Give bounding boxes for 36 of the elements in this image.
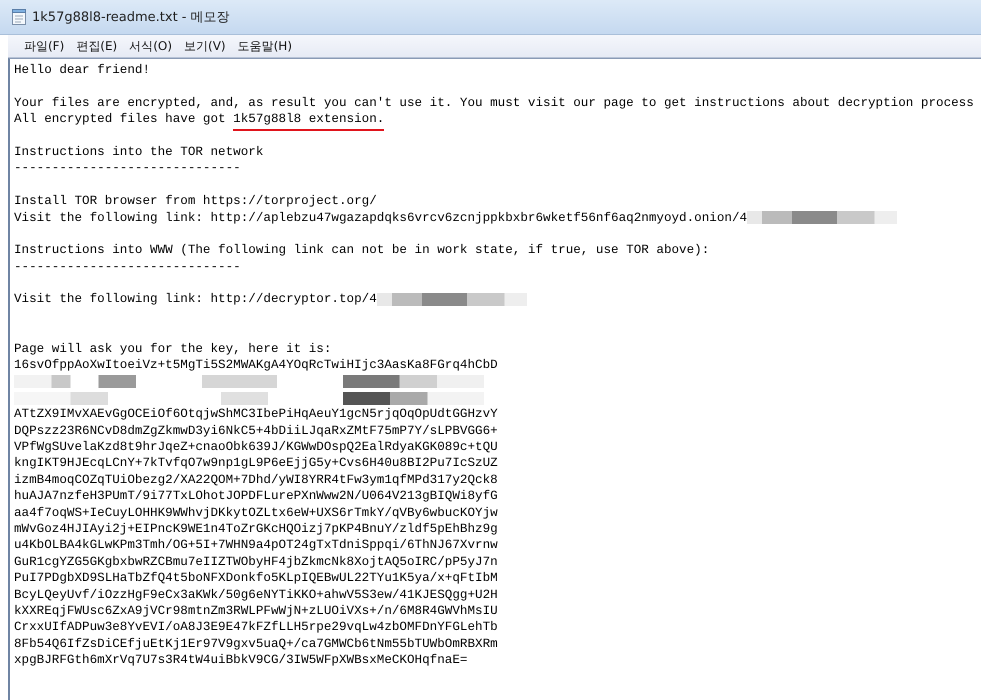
text-line: xpgBJRFGth6mXrVq7U7s3R4tW4uiBbkV9CG/3IW5WFpXWBsxMeCKOHqfnaE= [14,652,468,668]
text-line: Hello dear friend! [14,62,150,78]
text-line: DQPszz23R6NCvD8dmZgZkmwD3yi6NkC5+4bDiiLJqaRxZMtF75mP7Y/sLPBVGG6+ [14,422,498,439]
menu-item[interactable]: 도움말(H) [234,38,296,54]
text-line: CrxxUIfADPuw3e8YvEVI/oA8J3E9E47kFZfLLH5rpe29vqLw4zbOMFDnYFGLehTb [14,619,498,636]
text-line: Your files are encrypted, and, as result you can't use it. You must visit our page to get instructions about decryption process [14,94,974,112]
text-line: GuR1cgYZG5GKgbxbwRZCBmu7eIIZTWObyHF4jbZkmcNk8XojtAQ5oIRC/pP5yJ7n [14,554,498,570]
text-line: Instructions into WWW (The following link can not be in work state, if true, use TOR above): [14,242,710,259]
text-line: PuI7PDgbXD9SLHaTbZfQ4t5boNFXDonkfo5KLpIQEBwUL22TYu1K5ya/x+qFtIbM [14,570,498,587]
menu-item[interactable]: 편집(E) [72,38,122,54]
text-line: 16svOfppAoXwItoeiVz+t5MgTi5S2MWAKgA4YOqRcTwiHIjc3AasKa8FGrq4hCbD [14,357,498,374]
text-line: BcyLQeyUvf/iOzzHgF9eCx3aKWk/50g6eNYTiKKO+ahwV5S3ew/41KJESQgg+U2H [14,586,498,603]
menu-item[interactable]: 파일(F) [20,38,68,54]
text-area[interactable] [8,58,981,700]
text-line: kXXREqjFWUsc6ZxA9jVCr98mtnZm3RWLPFwWjN+zLUOiVXs+/n/6M8R4GWVhMsIU [14,602,498,620]
text-line: ------------------------------ [14,258,241,276]
notepad-icon [12,9,26,25]
text-line: ATtZX9IMvXAEvGgOCEiOf6OtqjwShMC3IbePiHqAeuY1gcN5rjqOqOpUdtGGHzvY [14,406,498,423]
menu-item[interactable]: 보기(V) [180,38,230,54]
text-line: huAJA7nzfeH3PUmT/9i77TxLOhotJOPDFLurePXnWww2N/U064V213gBIQWi8yfG [14,488,498,505]
text-line: aa4f7oqWS+IeCuyLOHHK9WWhvjDKkytOZLtx6eW+UXS6rTmkY/qVBy6wbucKOYjw [14,504,498,521]
text-line: ------------------------------ [14,160,241,177]
text-line: VPfWgSUvelaKzd8t9hrJqeZ+cnaoObk639J/KGWwDOspQ2EalRdyaKGK089c+tQU [14,438,498,456]
text-line: izmB4moqCOZqTUiObezg2/XA22QOM+7Dhd/yWI8YRR4tFw3ym1qfMPd317y2Qck8 [14,472,498,488]
text-line: Visit the following link: http://decryptor.top/4 [14,291,377,308]
text-line: Install TOR browser from https://torproject.org/ [14,193,377,210]
window-title: 1k57g88l8-readme.txt - 메모장 [32,9,230,26]
text-line: All encrypted files have got 1k57g88l8 extension. [14,111,384,128]
text-line: kngIKT9HJEcqLCnY+7kTvfqO7w9np1gL9P6eEjjG5y+Cvs6H40u8BI2Pu7IcSzUZ [14,455,498,472]
text-line: Page will ask you for the key, here it is: [14,340,332,358]
text-line: mWvGoz4HJIAyi2j+EIPncK9WE1n4ToZrGKcHQOizj7pKP4BnuY/zldf5pEhBhz9g [14,520,498,538]
text-line: Visit the following link: http://aplebzu47wgazapdqks6vrcv6zcnjppkbxbr6wketf56nf6aq2nmyoyd.onion/4 [14,210,748,226]
menu-item[interactable]: 서식(O) [125,38,176,54]
text-line: u4KbOLBA4kGLwKPm3Tmh/OG+5I+7WHN9a4pOT24gTxTdniSppqi/6ThNJ67Xvrnw [14,537,498,554]
text-line: Instructions into the TOR network [14,144,264,160]
text-line: 8Fb54Q6IfZsDiCEfjuEtKj1Er97V9gxv5uaQ+/ca7GMWCb6tNm55bTUWbOmRBXRm [14,636,498,652]
